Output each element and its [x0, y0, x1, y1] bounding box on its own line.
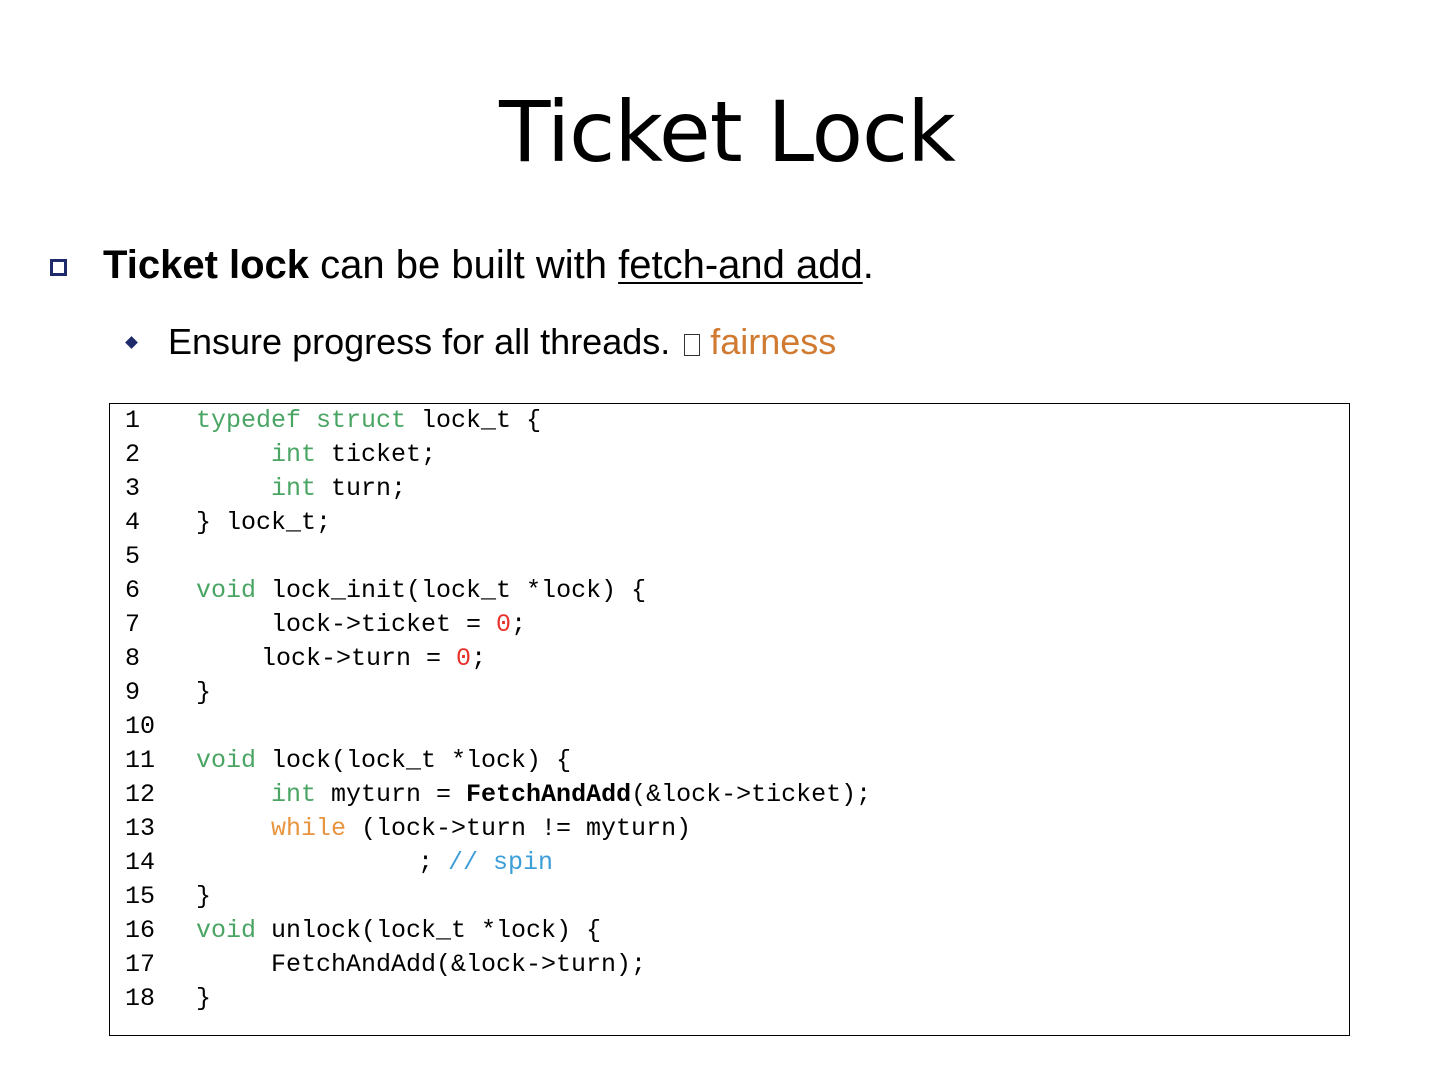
code-text: int myturn = FetchAndAdd(&lock->ticket); [271, 778, 871, 812]
code-text: } [196, 984, 212, 1013]
line-number: 10 [125, 712, 156, 741]
code-text: } [196, 882, 212, 911]
code-part: lock->turn = [261, 644, 457, 673]
code-text: } lock_t; [196, 508, 332, 537]
code-keyword: typedef struct [196, 406, 407, 435]
missing-glyph-box-icon [684, 334, 701, 356]
line-number: 1 [125, 406, 141, 435]
code-text: FetchAndAdd(&lock->turn); [271, 950, 647, 979]
bullet-underlined-term: fetch-and add [618, 243, 863, 287]
code-rest: unlock(lock_t *lock) { [256, 916, 602, 945]
code-keyword: void [196, 916, 257, 945]
code-text: } [196, 678, 212, 707]
code-keyword: int [271, 440, 317, 469]
code-part: ; [511, 610, 527, 639]
bullet-level2-text: Ensure progress for all threads. fairnes… [168, 318, 836, 366]
code-text: void lock(lock_t *lock) { [196, 744, 571, 778]
line-number: 6 [125, 576, 141, 605]
code-keyword: int [271, 474, 317, 503]
code-text: void unlock(lock_t *lock) { [196, 914, 601, 948]
code-text: typedef struct lock_t { [196, 404, 541, 438]
line-number: 11 [125, 746, 156, 775]
code-part: lock->ticket = [271, 610, 497, 639]
code-rest: turn; [316, 474, 407, 503]
code-text: ; // spin [418, 846, 553, 880]
code-comment: // spin [448, 848, 554, 877]
code-rest: (lock->turn != myturn) [346, 814, 692, 843]
code-number: 0 [496, 610, 512, 639]
diamond-bullet-icon [125, 335, 138, 349]
code-rest: lock_init(lock_t *lock) { [256, 576, 647, 605]
line-number: 18 [125, 984, 156, 1013]
code-rest: ticket; [316, 440, 437, 469]
bullet-end-text: . [862, 243, 874, 287]
line-number: 5 [125, 542, 141, 571]
code-text: lock->ticket = 0; [271, 608, 526, 642]
square-bullet-icon [50, 258, 67, 276]
line-number: 13 [125, 814, 156, 843]
code-number: 0 [456, 644, 472, 673]
code-rest: lock_t { [406, 406, 542, 435]
code-block: 1 typedef struct lock_t { 2 int ticket; 3 i… [109, 403, 1350, 1036]
line-number: 16 [125, 916, 156, 945]
bullet-level1-text: Ticket lock can be built with fetch-and … [103, 240, 874, 290]
code-keyword-while: while [271, 814, 347, 843]
code-part: (&lock->ticket); [631, 780, 872, 809]
code-text: void lock_init(lock_t *lock) { [196, 574, 646, 608]
line-number: 3 [125, 474, 141, 503]
line-number: 15 [125, 882, 156, 911]
code-keyword: void [196, 746, 257, 775]
code-text: while (lock->turn != myturn) [271, 812, 691, 846]
line-number: 12 [125, 780, 156, 809]
bullet-level2-main: Ensure progress for all threads. [168, 321, 681, 362]
code-text: lock->turn = 0; [261, 642, 486, 676]
line-number: 7 [125, 610, 141, 639]
bullet-middle-text: can be built with [309, 243, 619, 287]
code-part: ; [471, 644, 487, 673]
code-part: myturn = [316, 780, 467, 809]
line-number: 9 [125, 678, 141, 707]
code-text: int turn; [271, 472, 406, 506]
line-number: 8 [125, 644, 141, 673]
line-number: 17 [125, 950, 156, 979]
bullet-level2-highlight: fairness [710, 321, 837, 362]
code-keyword: void [196, 576, 257, 605]
line-number: 2 [125, 440, 141, 469]
code-bold-function: FetchAndAdd [466, 780, 632, 809]
code-part: ; [418, 848, 449, 877]
line-number: 4 [125, 508, 141, 537]
code-text: int ticket; [271, 438, 436, 472]
bullet-level1: Ticket lock can be built with fetch-and … [50, 240, 874, 290]
code-rest: lock(lock_t *lock) { [256, 746, 572, 775]
slide-title: Ticket Lock [499, 83, 956, 181]
code-keyword: int [271, 780, 317, 809]
line-number: 14 [125, 848, 156, 877]
bullet-level2: Ensure progress for all threads. fairnes… [124, 318, 836, 366]
bullet-bold-term: Ticket lock [103, 243, 310, 287]
